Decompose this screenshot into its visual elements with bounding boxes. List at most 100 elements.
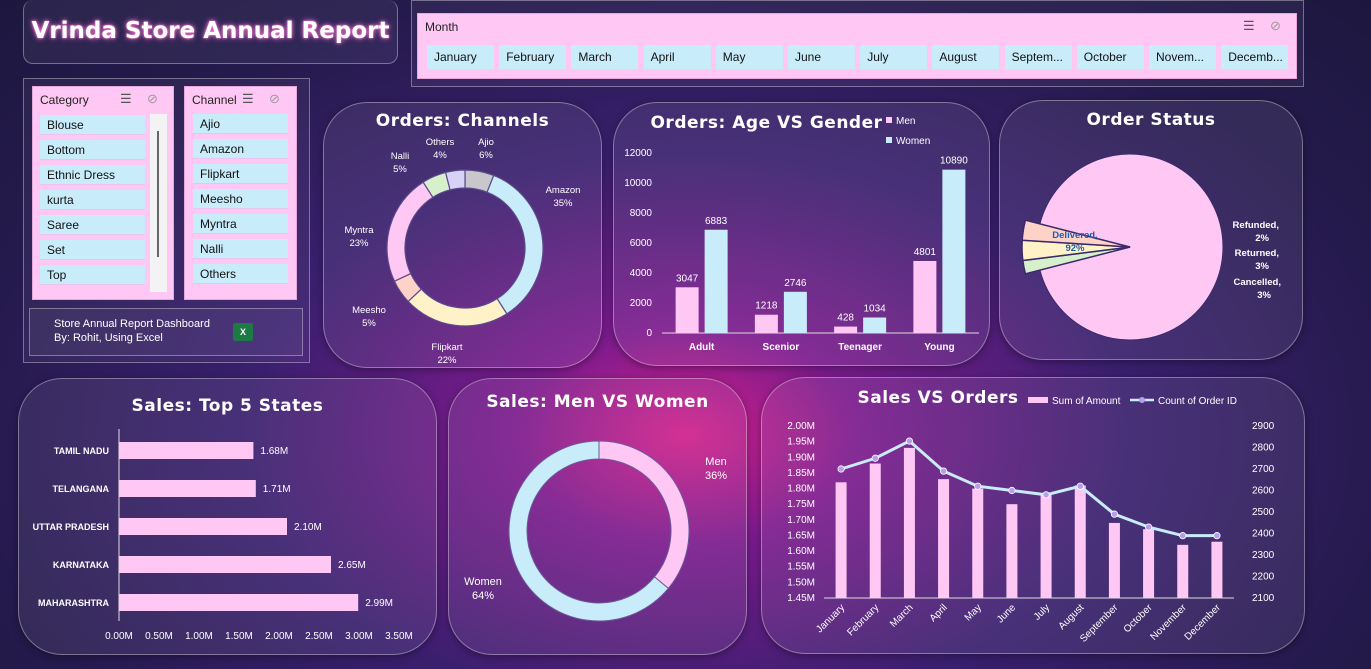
channel-item[interactable]: Meesho (193, 189, 288, 209)
category-item[interactable]: Blouse (40, 115, 145, 135)
slice-value-label: 5% (362, 318, 376, 329)
bar-state (119, 442, 254, 459)
y-right-tick-label: 2300 (1252, 550, 1275, 561)
x-tick-label: August (1057, 602, 1087, 632)
x-tick-label: June (995, 602, 1018, 625)
category-scroll-thumb[interactable] (157, 131, 159, 257)
x-tick-label: 1.50M (225, 631, 253, 642)
footer-note: Store Annual Report Dashboard By: Rohit,… (54, 317, 210, 345)
x-tick-label: July (1032, 602, 1052, 622)
y-right-tick-label: 2600 (1252, 486, 1275, 497)
y-left-tick-label: 1.80M (787, 484, 815, 495)
channel-item[interactable]: Myntra (193, 214, 288, 234)
month-item[interactable]: May (715, 45, 783, 69)
channel-item[interactable]: Flipkart (193, 164, 288, 184)
channel-item[interactable]: Others (193, 264, 288, 284)
y-tick-label: 4000 (630, 268, 653, 279)
month-item[interactable]: October (1076, 45, 1144, 69)
x-tick-label: 0.00M (105, 631, 133, 642)
y-tick-label: 6000 (630, 238, 653, 249)
channel-item[interactable]: Amazon (193, 139, 288, 159)
y-left-tick-label: 1.60M (787, 546, 815, 557)
clear-filter-icon[interactable]: ⊘ (147, 91, 158, 107)
sales-orders-chart: 1.45M 1.50M 1.55M 1.60M 1.65M 1.70M 1.75M 1.80M… (787, 396, 1275, 645)
multi-select-icon[interactable]: ☰ (242, 91, 254, 107)
x-tick-label: 3.00M (345, 631, 373, 642)
x-tick-label: February (845, 602, 881, 638)
slice-name-label: Refunded, (1233, 220, 1279, 231)
x-tick-label: Teenager (838, 342, 882, 353)
slice-value-label: 2% (1255, 233, 1269, 244)
category-item[interactable]: Top (40, 265, 145, 285)
y-tick-label: 12000 (624, 148, 652, 159)
y-tick-label: UTTAR PRADESH (33, 522, 109, 532)
legend-swatch (886, 137, 892, 143)
bar-value-label: 10890 (940, 156, 968, 167)
category-item[interactable]: Bottom (40, 140, 145, 160)
slice-value-label: 92% (1065, 243, 1085, 254)
month-item[interactable]: February (499, 45, 567, 69)
category-item[interactable]: Ethnic Dress (40, 165, 145, 185)
bar-sum-of-amount (972, 488, 984, 598)
y-right-tick-label: 2500 (1252, 507, 1275, 518)
month-item[interactable]: March (571, 45, 639, 69)
y-left-tick-label: 1.55M (787, 562, 815, 573)
orders-channels-panel: Orders: Channels Ajio 6% Amazon 35% Flipkart… (323, 102, 602, 368)
month-item[interactable]: July (860, 45, 928, 69)
month-item[interactable]: August (932, 45, 1000, 69)
bar-women (942, 169, 966, 333)
bar-women (704, 229, 728, 333)
bar-value-label: 6883 (705, 216, 728, 227)
channel-item[interactable]: Nalli (193, 239, 288, 259)
clear-filter-icon[interactable]: ⊘ (269, 91, 280, 107)
month-item[interactable]: Septem... (1004, 45, 1072, 69)
line-point (939, 467, 948, 475)
age-gender-panel: Orders: Age VS Gender 0 2000 4000 6000 8000 1… (613, 102, 990, 366)
clear-filter-icon[interactable]: ⊘ (1270, 18, 1281, 34)
y-tick-label: TAMIL NADU (54, 446, 109, 456)
bar-value-label: 1034 (864, 303, 887, 314)
bar-state (119, 480, 256, 497)
y-left-tick-label: 1.50M (787, 577, 815, 588)
bar-value-label: 2.65M (338, 560, 366, 571)
slice-name-label: Cancelled, (1233, 277, 1281, 288)
donut-slice-amazon (486, 174, 544, 315)
line-point (1110, 510, 1119, 518)
bar-sum-of-amount (903, 447, 915, 598)
slice-name-label: Meesho (352, 305, 386, 316)
category-slicer: Category ☰ ⊘ Blouse Bottom Ethnic Dress kur… (32, 86, 174, 300)
month-item[interactable]: Novem... (1149, 45, 1216, 69)
y-left-tick-label: 1.70M (787, 515, 815, 526)
line-count-of-order-id (840, 439, 1217, 538)
bar-men (675, 287, 699, 333)
category-item[interactable]: Set (40, 240, 145, 260)
bar-women (783, 291, 807, 333)
channel-item[interactable]: Ajio (193, 114, 288, 134)
multi-select-icon[interactable]: ☰ (120, 91, 132, 107)
y-right-tick-label: 2100 (1252, 593, 1275, 604)
month-item[interactable]: June (788, 45, 855, 69)
legend-swatch-marker (1139, 397, 1145, 403)
month-item[interactable]: Decemb... (1221, 45, 1289, 69)
category-item[interactable]: Saree (40, 215, 145, 235)
x-tick-label: 3.50M (385, 631, 413, 642)
top-states-chart: TAMIL NADU 1.68M TELANGANA 1.71M UTTAR PRADE… (33, 429, 413, 642)
y-left-tick-label: 1.95M (787, 437, 815, 448)
slice-name-label: Ajio (478, 137, 494, 148)
page-title: Vrinda Store Annual Report (31, 18, 390, 44)
x-tick-label: 2.00M (265, 631, 293, 642)
y-right-tick-label: 2200 (1252, 572, 1275, 583)
y-tick-label: 2000 (630, 298, 653, 309)
y-right-tick-label: 2700 (1252, 464, 1275, 475)
bar-sum-of-amount (869, 463, 881, 598)
y-left-tick-label: 1.90M (787, 452, 815, 463)
month-item[interactable]: January (427, 45, 494, 69)
multi-select-icon[interactable]: ☰ (1243, 18, 1255, 34)
line-point (1076, 482, 1084, 490)
x-tick-label: 1.00M (185, 631, 213, 642)
men-women-panel: Sales: Men VS Women Men 36% Women 64% (448, 378, 747, 655)
slice-value-label: 5% (393, 164, 407, 175)
category-item[interactable]: kurta (40, 190, 145, 210)
month-item[interactable]: April (643, 45, 711, 69)
bar-sum-of-amount (835, 482, 847, 598)
